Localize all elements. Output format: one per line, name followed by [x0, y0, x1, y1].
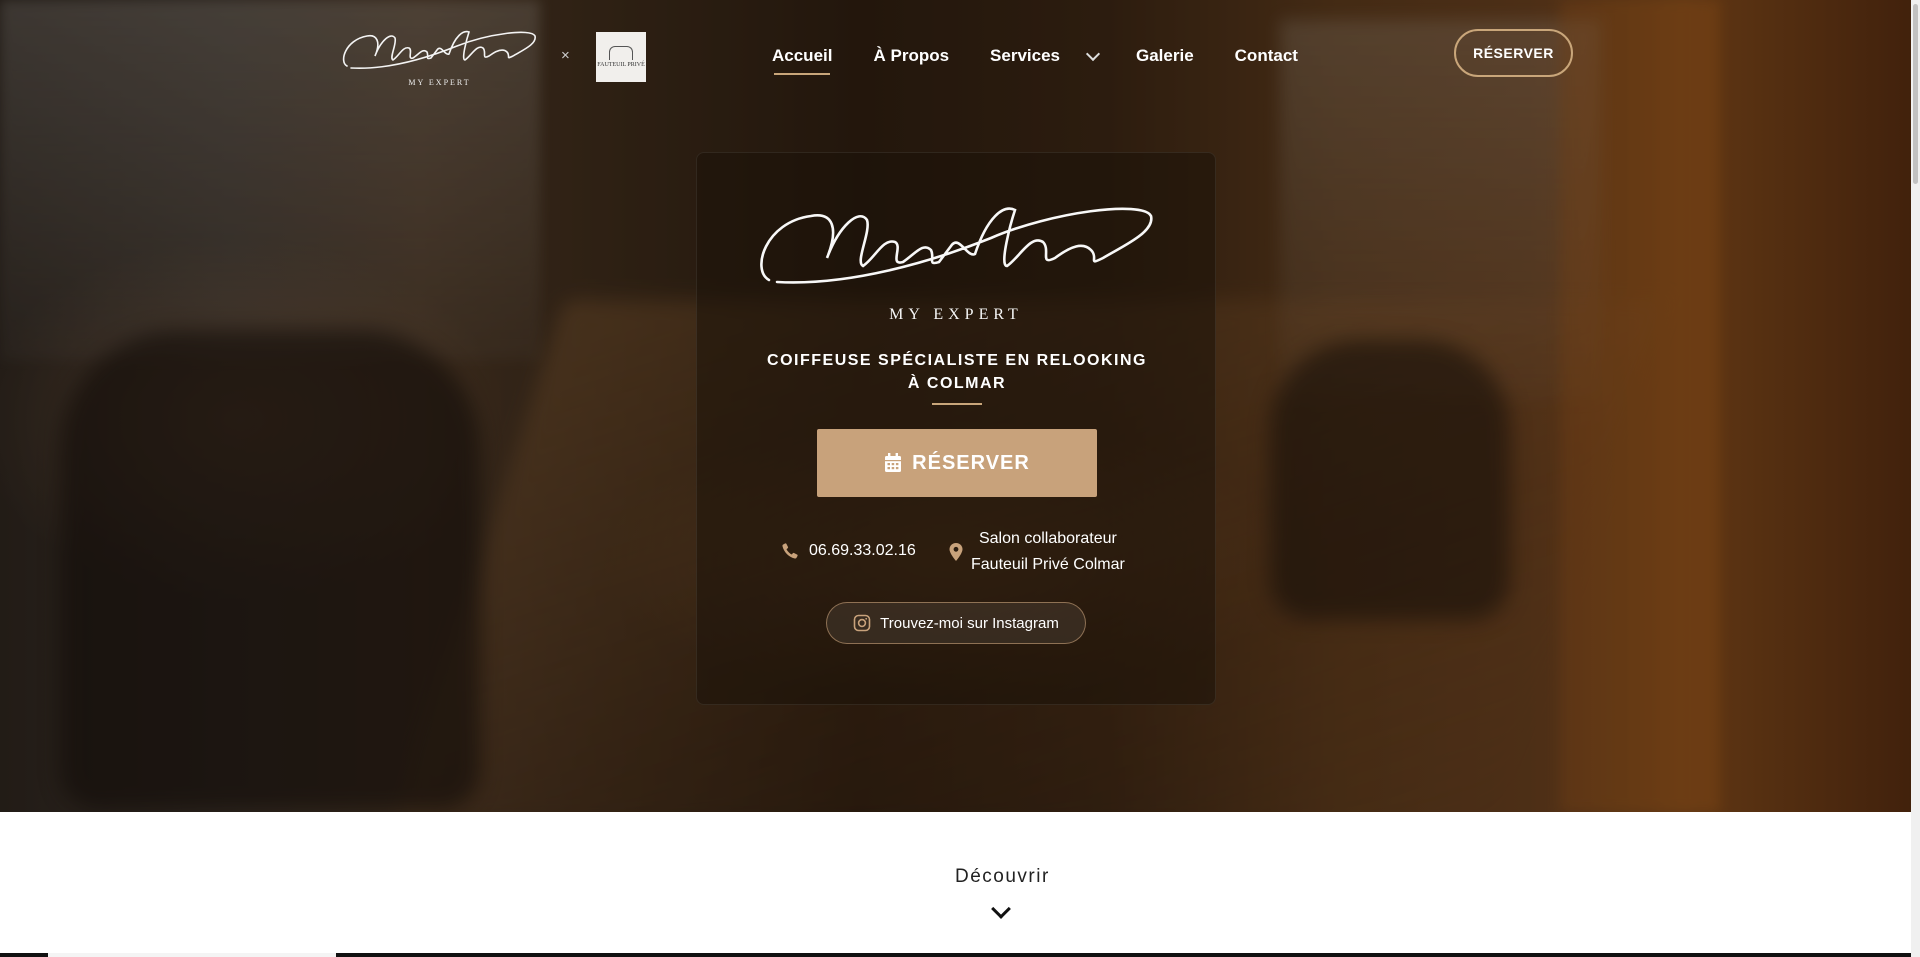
partner-logo[interactable]: FAUTEUIL PRIVÉ — [596, 32, 646, 82]
location-text: Salon collaborateur Fauteuil Privé Colma… — [971, 526, 1125, 578]
signature-logo — [342, 30, 536, 70]
phone-contact[interactable]: 06.69.33.02.16 — [782, 542, 916, 560]
phone-number: 06.69.33.02.16 — [809, 542, 916, 559]
location-info[interactable]: Salon collaborateur Fauteuil Privé Colma… — [949, 526, 1125, 578]
location-line2: Fauteuil Privé Colmar — [971, 556, 1125, 573]
nav-item-services[interactable]: Services — [990, 46, 1060, 66]
instagram-button[interactable]: Trouvez-moi sur Instagram — [826, 602, 1086, 644]
discover-link[interactable]: Découvrir — [955, 866, 1050, 888]
hero-tagline-line2: À COLMAR — [907, 375, 1007, 392]
hero-book-label: RÉSERVER — [912, 451, 1030, 474]
tagline-divider — [932, 403, 982, 405]
site-logo[interactable]: MY EXPERT — [337, 26, 542, 90]
chevron-down-icon[interactable] — [991, 899, 1011, 919]
instagram-icon — [853, 614, 871, 632]
main-nav: Accueil À Propos Services Galerie Contac… — [772, 46, 1339, 75]
logo-subtitle: MY EXPERT — [408, 78, 471, 87]
partner-logo-icon — [609, 45, 633, 60]
nav-item-about[interactable]: À Propos — [873, 46, 949, 66]
hero-tagline: COIFFEUSE SPÉCIALISTE EN RELOOKING À COL… — [697, 349, 1217, 395]
site-header: MY EXPERT × FAUTEUIL PRIVÉ Accueil À Pro… — [0, 0, 1911, 110]
hero-section: MY EXPERT × FAUTEUIL PRIVÉ Accueil À Pro… — [0, 0, 1911, 812]
header-book-button[interactable]: RÉSERVER — [1454, 29, 1573, 77]
scrollbar-thumb[interactable] — [1913, 4, 1918, 184]
hero-book-button[interactable]: RÉSERVER — [817, 429, 1097, 497]
nav-item-gallery[interactable]: Galerie — [1136, 46, 1194, 66]
location-line1: Salon collaborateur — [978, 530, 1117, 547]
next-section-edge-light — [48, 953, 336, 957]
hero-card: MY EXPERT COIFFEUSE SPÉCIALISTE EN RELOO… — [696, 152, 1216, 705]
hero-tagline-line1: COIFFEUSE SPÉCIALISTE EN RELOOKING — [767, 352, 1147, 369]
partner-logo-text: FAUTEUIL PRIVÉ — [597, 61, 645, 68]
instagram-label: Trouvez-moi sur Instagram — [880, 614, 1059, 632]
hero-logo: MY EXPERT — [749, 198, 1163, 323]
chevron-down-icon[interactable] — [1085, 46, 1101, 62]
map-marker-icon — [949, 543, 963, 561]
phone-icon — [782, 543, 798, 559]
nav-item-home[interactable]: Accueil — [772, 46, 832, 75]
logo-separator: × — [561, 47, 570, 64]
signature-logo-large — [760, 207, 1153, 284]
nav-item-contact[interactable]: Contact — [1235, 46, 1298, 66]
calendar-icon — [885, 453, 902, 472]
hero-logo-subtitle: MY EXPERT — [889, 306, 1023, 323]
